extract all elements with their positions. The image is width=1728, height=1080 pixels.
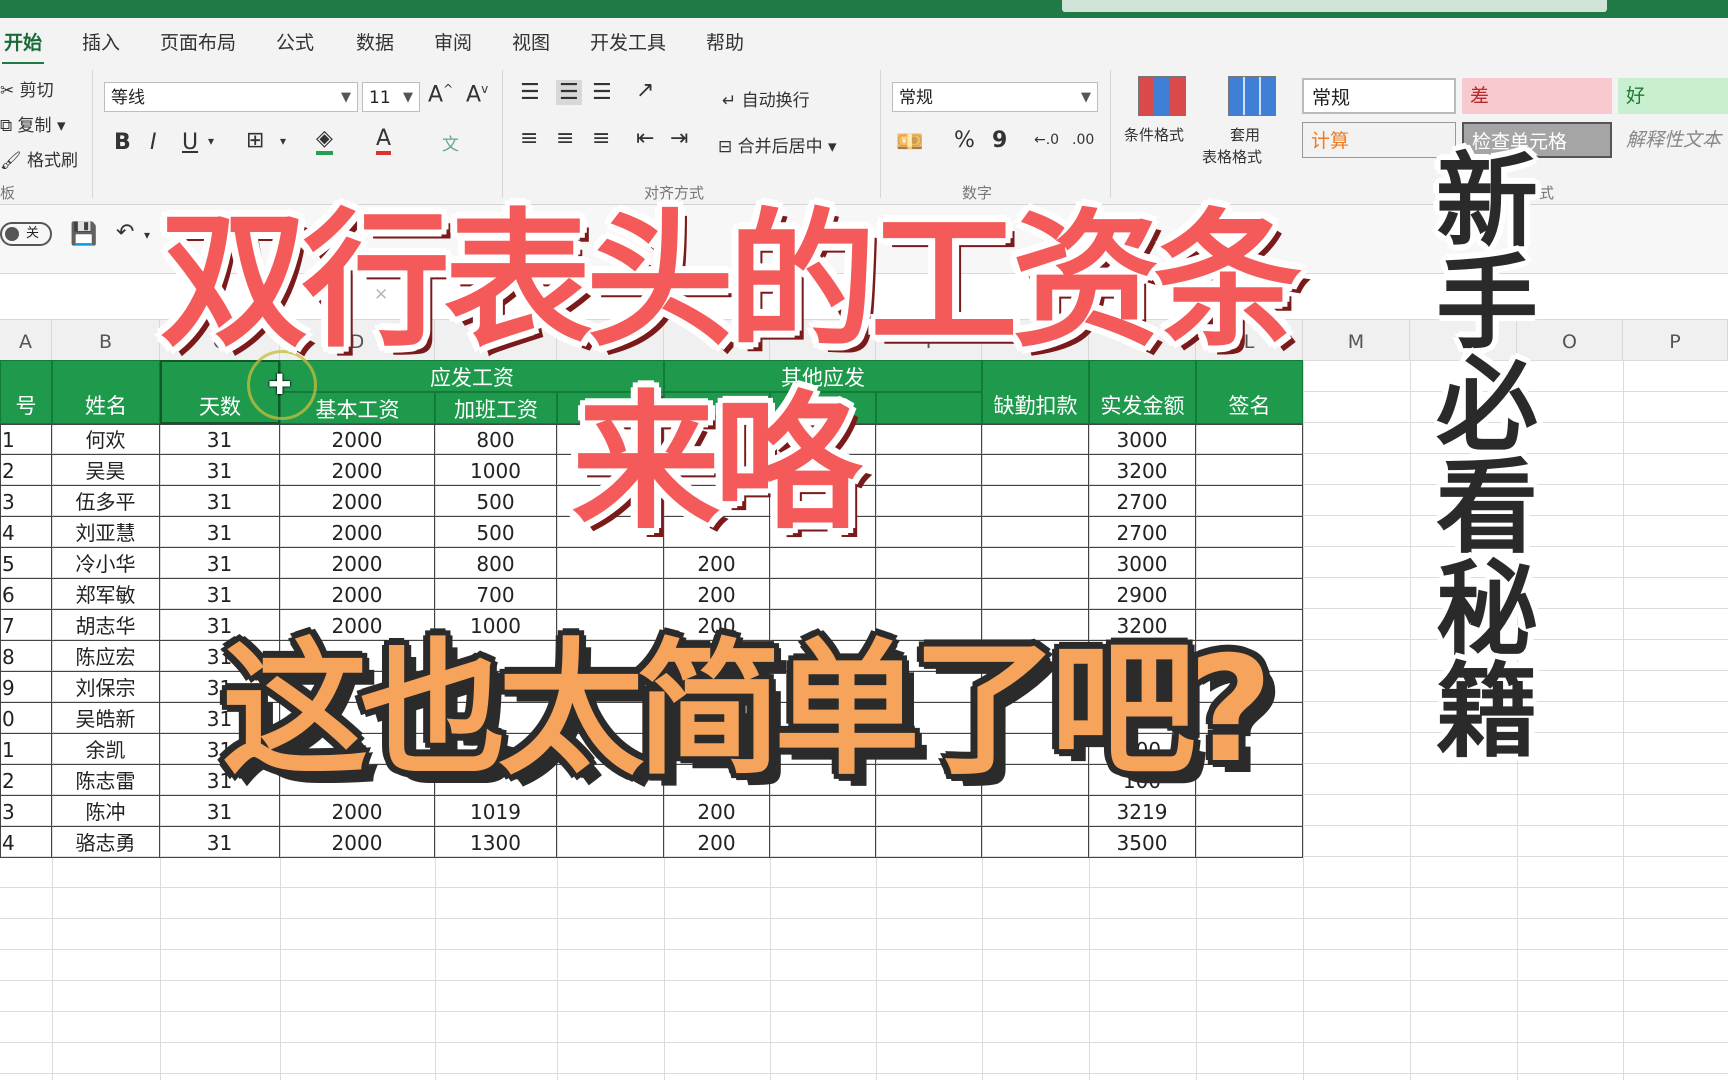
cut-button[interactable]: ✂ 剪切 [0, 76, 54, 101]
increase-indent-icon[interactable]: ⇥ [670, 126, 688, 151]
chevron-down-icon: ▼ [341, 90, 351, 105]
decrease-indent-icon[interactable]: ⇤ [636, 126, 654, 151]
autosave-label: 关 [26, 226, 40, 241]
toggle-knob [5, 227, 19, 241]
align-bottom-icon[interactable]: ☰ [592, 80, 612, 105]
chevron-down-icon: ▼ [1081, 90, 1091, 105]
clipboard-group-label: 板 [0, 184, 16, 202]
tab-data[interactable]: 数据 [356, 28, 394, 55]
header-other-3 [876, 392, 982, 424]
chevron-down-icon[interactable]: ▾ [280, 134, 286, 148]
style-bad[interactable]: 差 [1462, 78, 1612, 114]
borders-icon[interactable]: ⊞ [246, 128, 264, 153]
chevron-down-icon: ▼ [403, 90, 413, 105]
overlay-vertical-title: 新手必看秘籍 [1436, 143, 1538, 772]
tab-view[interactable]: 视图 [512, 28, 550, 55]
tab-home[interactable]: 开始 [1, 28, 45, 65]
format-painter-button[interactable]: 🖌 格式刷 [0, 146, 78, 171]
bold-button[interactable]: B [114, 130, 131, 155]
align-right-icon[interactable]: ≡ [592, 126, 610, 151]
tab-help[interactable]: 帮助 [706, 28, 744, 55]
header-no: 号 [0, 360, 52, 424]
number-format-value: 常规 [899, 88, 933, 108]
style-explanatory[interactable]: 解释性文本 [1618, 122, 1728, 158]
align-top-icon[interactable]: ☰ [520, 80, 540, 105]
conditional-format-button[interactable]: 条件格式 [1124, 124, 1184, 145]
italic-button[interactable]: I [150, 130, 157, 155]
style-normal[interactable]: 常规 [1302, 78, 1456, 114]
font-color-button[interactable]: A [376, 126, 392, 155]
percent-button[interactable]: % [954, 128, 975, 153]
wrap-text-button[interactable]: ↵ 自动换行 [722, 86, 810, 111]
overlay-subtitle: 这也太简单了吧? [222, 625, 1273, 795]
currency-icon[interactable]: 💴 [896, 130, 923, 155]
tab-page-layout[interactable]: 页面布局 [160, 28, 236, 55]
tab-insert[interactable]: 插入 [82, 28, 120, 55]
col-header-b[interactable]: B [52, 320, 160, 360]
underline-button[interactable]: U [182, 130, 198, 155]
align-left-icon[interactable]: ≡ [520, 126, 538, 151]
ribbon-tabs: 开始 插入 页面布局 公式 数据 审阅 视图 开发工具 帮助 [0, 18, 1728, 65]
header-overtime: 加班工资 [435, 392, 557, 424]
save-icon[interactable]: 💾 [70, 222, 97, 247]
style-good[interactable]: 好 [1618, 78, 1728, 114]
conditional-format-icon[interactable] [1138, 76, 1186, 116]
overlay-title-line2: 来咯 [572, 377, 862, 549]
font-name-value: 等线 [111, 88, 145, 108]
col-header-p[interactable]: P [1623, 320, 1728, 360]
autosave-toggle[interactable]: 关 [0, 222, 52, 246]
align-middle-icon[interactable]: ☰ [556, 80, 582, 105]
undo-icon[interactable]: ↶ [116, 220, 134, 245]
shrink-font-button[interactable]: Av [466, 82, 488, 107]
copy-button[interactable]: ⧉ 复制 ▾ [0, 111, 65, 136]
grow-font-button[interactable]: A^ [428, 82, 453, 107]
increase-decimal-icon[interactable]: ←.0 [1034, 132, 1059, 148]
format-as-table-label1[interactable]: 套用 [1230, 124, 1260, 145]
number-format-select[interactable]: 常规 ▼ [892, 82, 1098, 112]
title-bar [0, 0, 1728, 18]
decrease-decimal-icon[interactable]: .00 [1072, 132, 1094, 148]
align-center-icon[interactable]: ≡ [556, 126, 574, 151]
col-header-a[interactable]: A [0, 320, 52, 360]
merge-center-button[interactable]: ⊟ 合并后居中 ▾ [718, 132, 837, 157]
phonetic-button[interactable]: 文 [442, 130, 459, 155]
tab-formulas[interactable]: 公式 [276, 28, 314, 55]
col-header-m[interactable]: M [1303, 320, 1410, 360]
chevron-down-icon[interactable]: ▾ [208, 134, 214, 148]
chevron-down-icon[interactable]: ▾ [144, 228, 150, 242]
comma-button[interactable]: 9 [992, 128, 1007, 153]
search-box[interactable] [1062, 0, 1607, 12]
format-as-table-icon[interactable] [1228, 76, 1276, 116]
tab-developer[interactable]: 开发工具 [590, 28, 666, 55]
orientation-icon[interactable]: ↗ [636, 78, 654, 103]
font-size-value: 11 [369, 88, 391, 108]
header-name: 姓名 [52, 360, 160, 424]
font-name-select[interactable]: 等线 ▼ [104, 82, 358, 112]
tab-review[interactable]: 审阅 [434, 28, 472, 55]
fill-color-icon[interactable]: ◈ [316, 126, 333, 155]
font-size-select[interactable]: 11 ▼ [362, 82, 420, 112]
